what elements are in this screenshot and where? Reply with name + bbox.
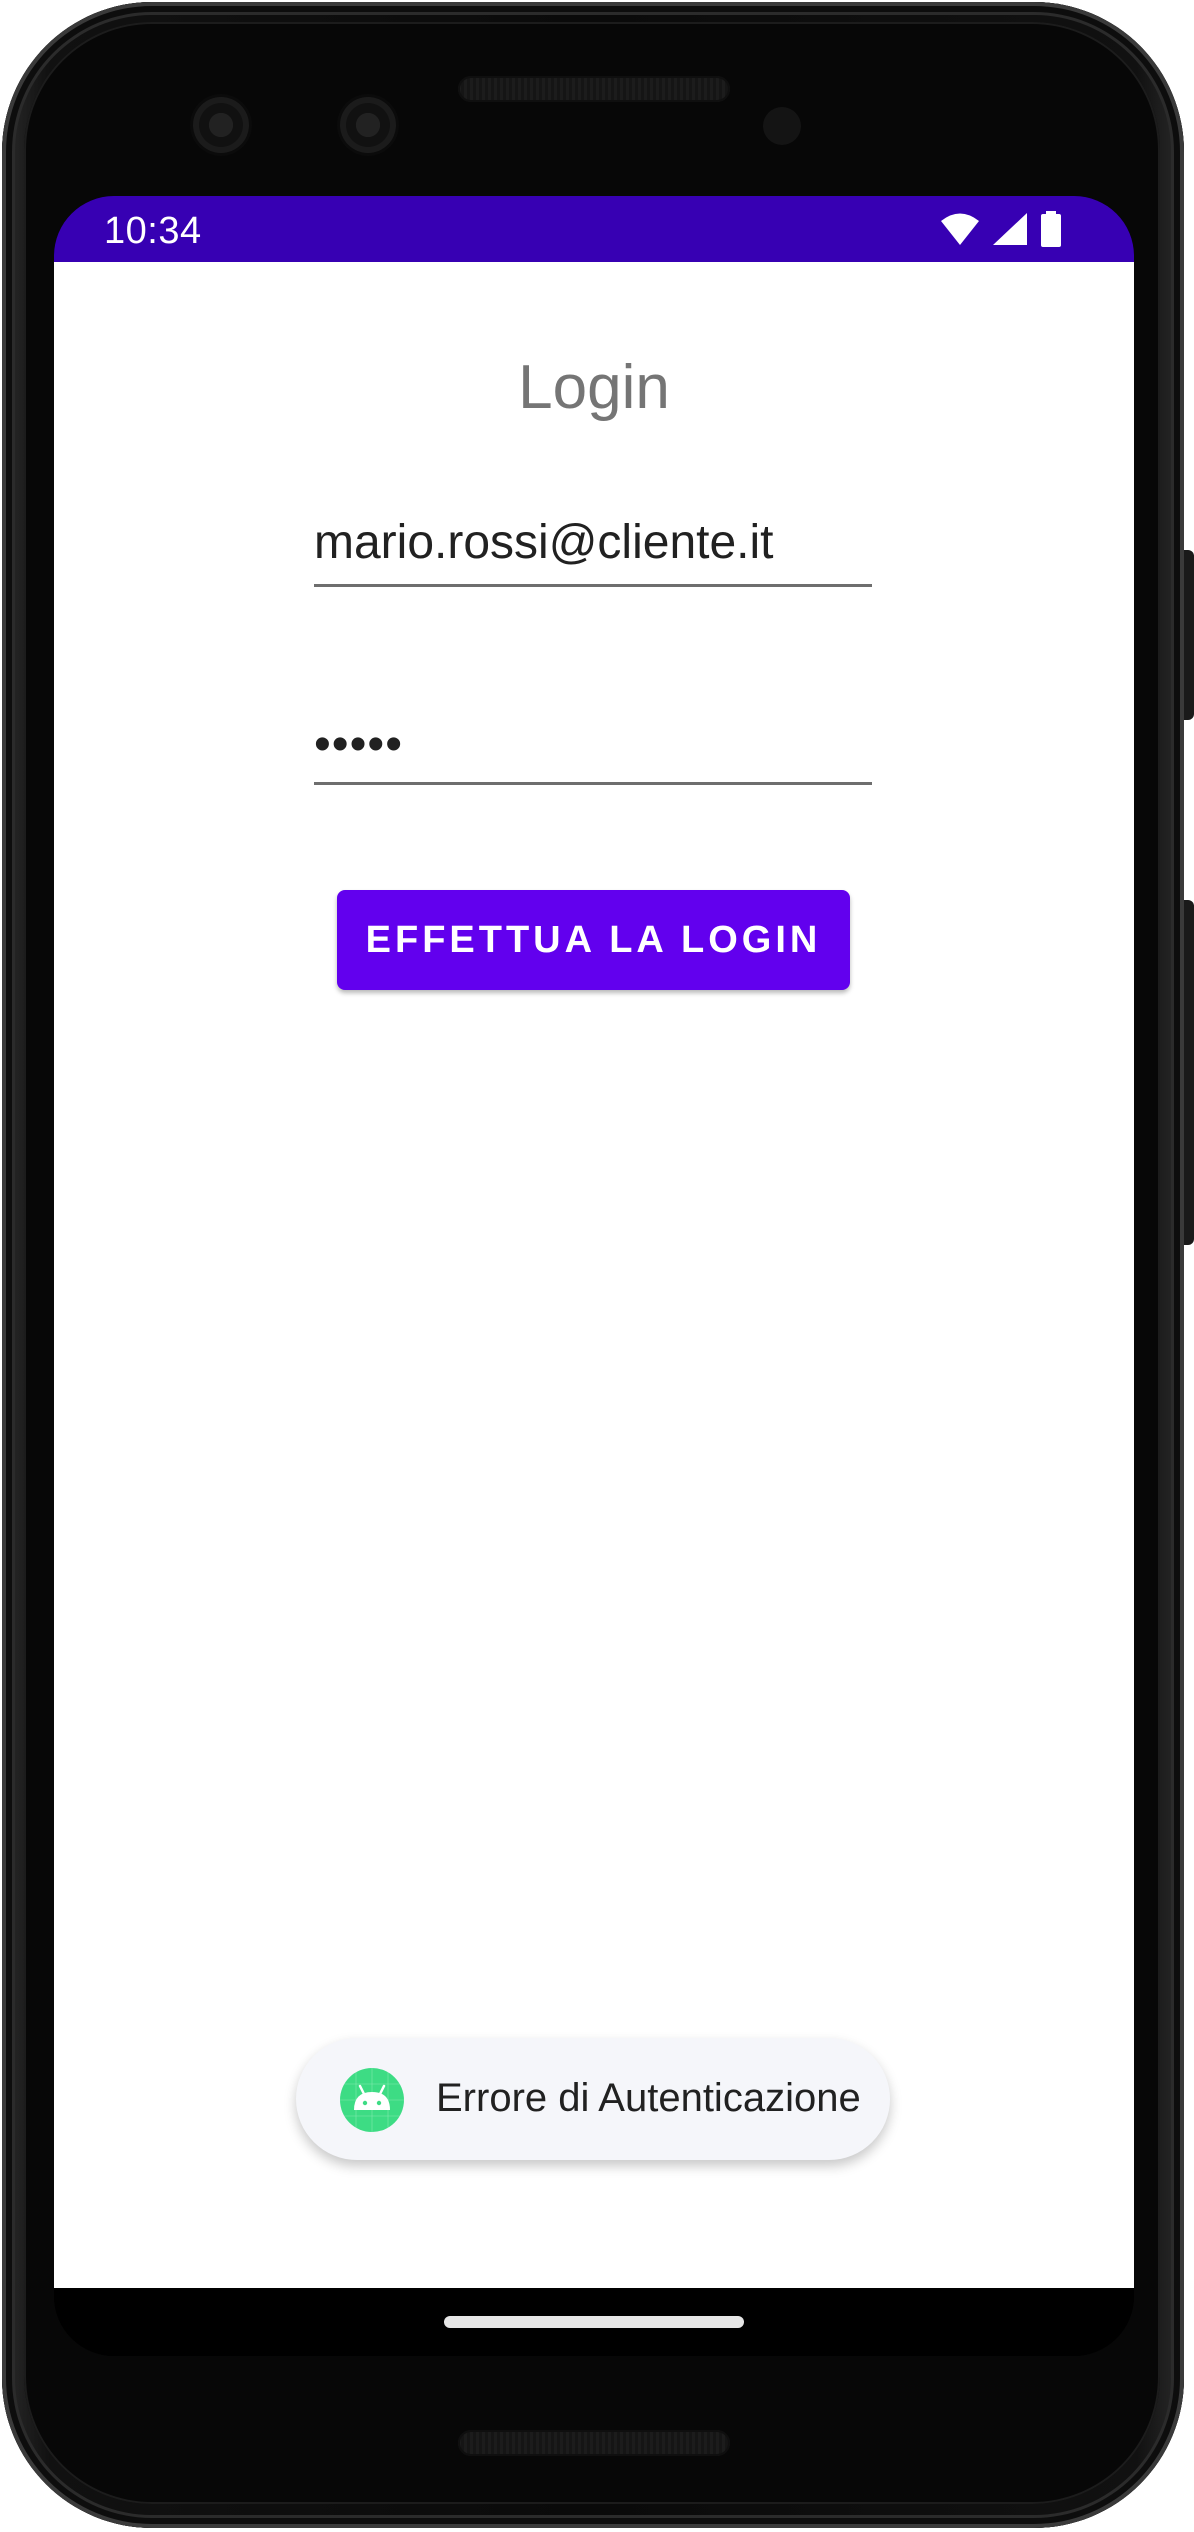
password-field-value: ••••• <box>314 718 404 771</box>
status-time: 10:34 <box>104 210 202 252</box>
front-camera-icon <box>193 97 249 153</box>
wifi-icon <box>941 213 979 245</box>
volume-button <box>1184 900 1194 1245</box>
bottom-speaker <box>458 2430 730 2456</box>
cell-signal-icon <box>993 213 1027 245</box>
toast-message: Errore di Autenticazione <box>436 2076 861 2120</box>
login-button[interactable]: EFFETTUA LA LOGIN <box>337 890 850 990</box>
navigation-bar <box>54 2288 1134 2356</box>
status-bar: 10:34 <box>54 196 1134 262</box>
proximity-sensor <box>763 107 801 145</box>
toast: Errore di Autenticazione <box>296 2038 890 2160</box>
password-field[interactable]: ••••• <box>314 712 872 785</box>
earpiece-speaker <box>458 76 730 102</box>
email-field-value: mario.rossi@cliente.it <box>314 516 774 569</box>
front-camera-icon <box>340 97 396 153</box>
battery-icon <box>1041 211 1061 247</box>
page-title: Login <box>518 353 670 422</box>
power-button <box>1184 550 1194 720</box>
login-screen: Login mario.rossi@cliente.it ••••• EFFET… <box>54 262 1134 2288</box>
home-gesture-handle[interactable] <box>444 2316 744 2328</box>
android-icon <box>340 2068 404 2132</box>
screen: 10:34 Login mario.rossi@cliente.it •••••… <box>54 196 1134 2356</box>
email-field[interactable]: mario.rossi@cliente.it <box>314 510 872 587</box>
status-icons <box>940 210 1062 248</box>
phone-device: 10:34 Login mario.rossi@cliente.it •••••… <box>0 0 1194 2532</box>
